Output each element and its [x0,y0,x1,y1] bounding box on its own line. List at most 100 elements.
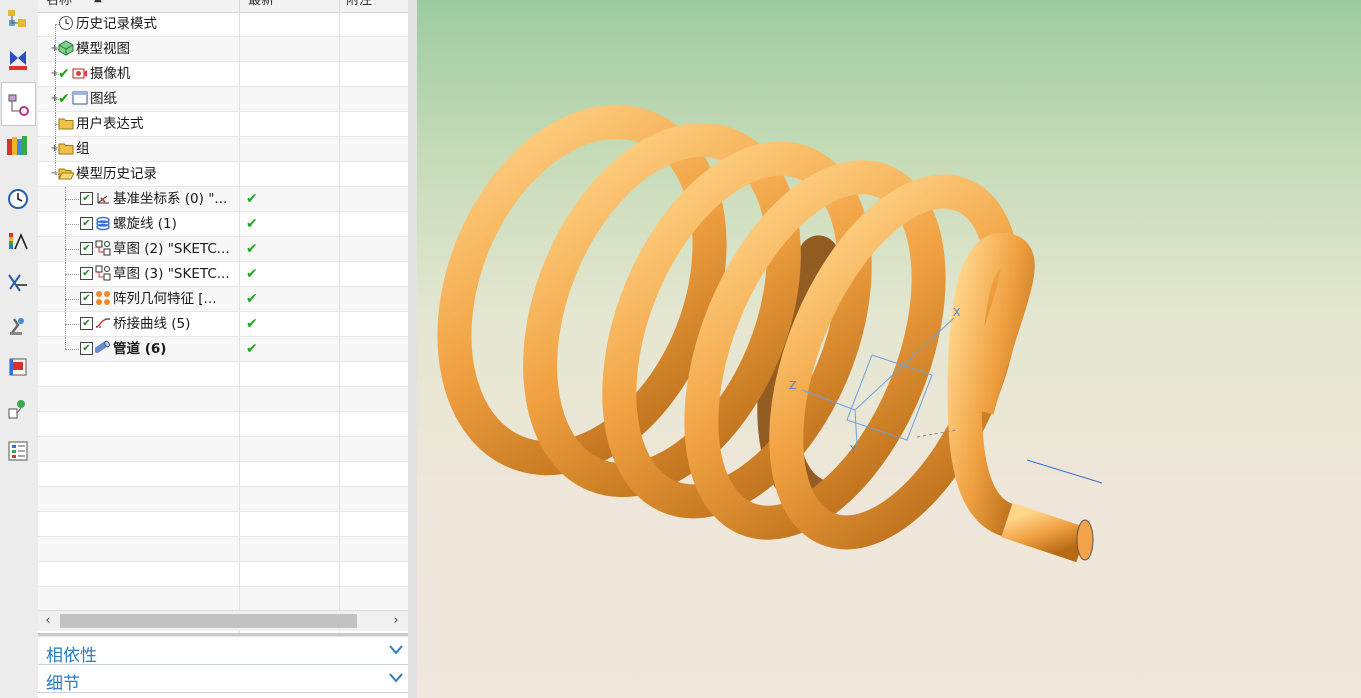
cell-name[interactable]: + 组 [38,137,240,161]
column-name[interactable]: 名称 ▲ [38,0,240,12]
role-navigator-icon[interactable] [3,394,33,424]
cell-latest [240,87,340,111]
cell-notes [340,37,408,61]
node-label: 摄像机 [90,66,131,82]
tree-row[interactable]: 用户表达式 [38,112,408,137]
tree-row[interactable]: + 组 [38,137,408,162]
axis-y-label: Y [849,443,857,456]
cell-name[interactable]: ✔ 螺旋线 (1) [38,212,240,236]
model-view-icon [58,40,74,56]
history-icon[interactable] [3,184,33,214]
cell-latest: ✔ [240,337,340,361]
bridge-curve-icon [95,315,111,331]
visible-check-icon[interactable]: ✔ [58,91,70,107]
node-label: 阵列几何特征 [... [113,291,217,307]
tree-row[interactable]: + ✔ 图纸 [38,87,408,112]
assembly-navigator-icon[interactable] [3,4,33,34]
clock-icon [58,15,74,31]
dependencies-section[interactable]: 相依性 [38,638,408,666]
feature-checkbox[interactable]: ✔ [80,317,93,330]
cell-latest [240,137,340,161]
empty-cell [340,487,408,511]
empty-cell [240,587,340,611]
panel-splitter[interactable] [38,633,408,636]
cell-notes [340,262,408,286]
tree-row[interactable]: ✔ 管道 (6) ✔ [38,337,408,362]
scroll-thumb[interactable] [60,614,357,628]
process-studio-icon[interactable] [3,310,33,340]
part-navigator-icon[interactable] [1,82,36,126]
cell-name[interactable]: ✔ 草图 (3) "SKETC... [38,262,240,286]
tree-row[interactable]: ✔ 阵列几何特征 [... ✔ [38,287,408,312]
empty-cell [240,537,340,561]
node-label: 模型视图 [76,41,130,57]
tree-line [65,299,79,300]
cell-name[interactable]: ✔ 阵列几何特征 [... [38,287,240,311]
tree-row[interactable]: ✔ 桥接曲线 (5) ✔ [38,312,408,337]
cell-name[interactable]: 用户表达式 [38,112,240,136]
horizontal-scrollbar[interactable]: ‹ › [38,610,408,631]
cell-name[interactable]: ✔ 基准坐标系 (0) "... [38,187,240,211]
feature-checkbox[interactable]: ✔ [80,292,93,305]
tree-row[interactable]: ✔ 草图 (3) "SKETC... ✔ [38,262,408,287]
column-notes[interactable]: 附注 [340,0,408,12]
datum-csys-icon [95,190,111,206]
empty-cell [240,437,340,461]
analysis-navigator-icon[interactable] [3,268,33,298]
scroll-right-button[interactable]: › [386,611,406,631]
system-materials-icon[interactable] [3,436,33,466]
feature-checkbox[interactable]: ✔ [80,267,93,280]
tree-row[interactable]: ✔ 基准坐标系 (0) "... ✔ [38,187,408,212]
cell-name[interactable]: + ✔ 摄像机 [38,62,240,86]
cell-name[interactable]: ✔ 管道 (6) [38,337,240,361]
cell-name[interactable]: − 模型历史记录 [38,162,240,186]
column-notes-label: 附注 [346,0,373,8]
node-label: 组 [76,141,90,157]
tree-row[interactable]: − 模型历史记录 [38,162,408,187]
empty-cell [240,412,340,436]
empty-cell [38,562,240,586]
tree-row[interactable]: 历史记录模式 [38,12,408,48]
empty-cell [240,487,340,511]
chevron-down-icon[interactable] [388,643,404,657]
empty-cell [340,362,408,386]
visualization-icon[interactable] [3,226,33,256]
tree-line [65,249,79,250]
constraint-navigator-icon[interactable] [3,45,33,75]
visible-check-icon[interactable]: ✔ [58,66,70,82]
scroll-left-button[interactable]: ‹ [38,611,58,631]
tree-row[interactable]: ✔ 草图 (2) "SKETC... ✔ [38,237,408,262]
details-section[interactable]: 细节 [38,666,408,694]
empty-cell [38,587,240,611]
manufacturing-wizard-icon[interactable] [3,352,33,382]
feature-checkbox[interactable]: ✔ [80,242,93,255]
chevron-down-icon[interactable] [388,671,404,685]
cell-latest: ✔ [240,312,340,336]
empty-row [38,437,408,462]
feature-checkbox[interactable]: ✔ [80,217,93,230]
tree-row[interactable]: ✔ 螺旋线 (1) ✔ [38,212,408,237]
spring-model[interactable]: X Z Y [417,0,1361,698]
resource-bar [0,0,39,698]
part-navigator: 名称 ▲ 最新 附注 历史记录模式+模型视图+✔摄像机+✔图纸用户表达式+组−模… [38,0,409,698]
cell-name[interactable]: ✔ 桥接曲线 (5) [38,312,240,336]
cell-latest: ✔ [240,237,340,261]
empty-row [38,587,408,612]
feature-checkbox[interactable]: ✔ [80,342,93,355]
camera-icon [72,65,88,81]
tree-row[interactable]: + ✔ 摄像机 [38,62,408,87]
cell-latest: ✔ [240,262,340,286]
cell-name[interactable]: + ✔ 图纸 [38,87,240,111]
resize-handle[interactable] [408,0,417,698]
cell-name[interactable]: ✔ 草图 (2) "SKETC... [38,237,240,261]
column-latest[interactable]: 最新 [240,0,340,12]
cell-name[interactable]: 历史记录模式 [38,12,240,48]
tree-row[interactable]: + 模型视图 [38,37,408,62]
cell-name[interactable]: + 模型视图 [38,37,240,61]
empty-cell [240,362,340,386]
feature-checkbox[interactable]: ✔ [80,192,93,205]
tube-coils [437,104,1094,563]
graphics-window[interactable]: X Z Y [417,0,1361,698]
tube-icon [95,340,111,356]
reuse-library-icon[interactable] [3,130,33,160]
